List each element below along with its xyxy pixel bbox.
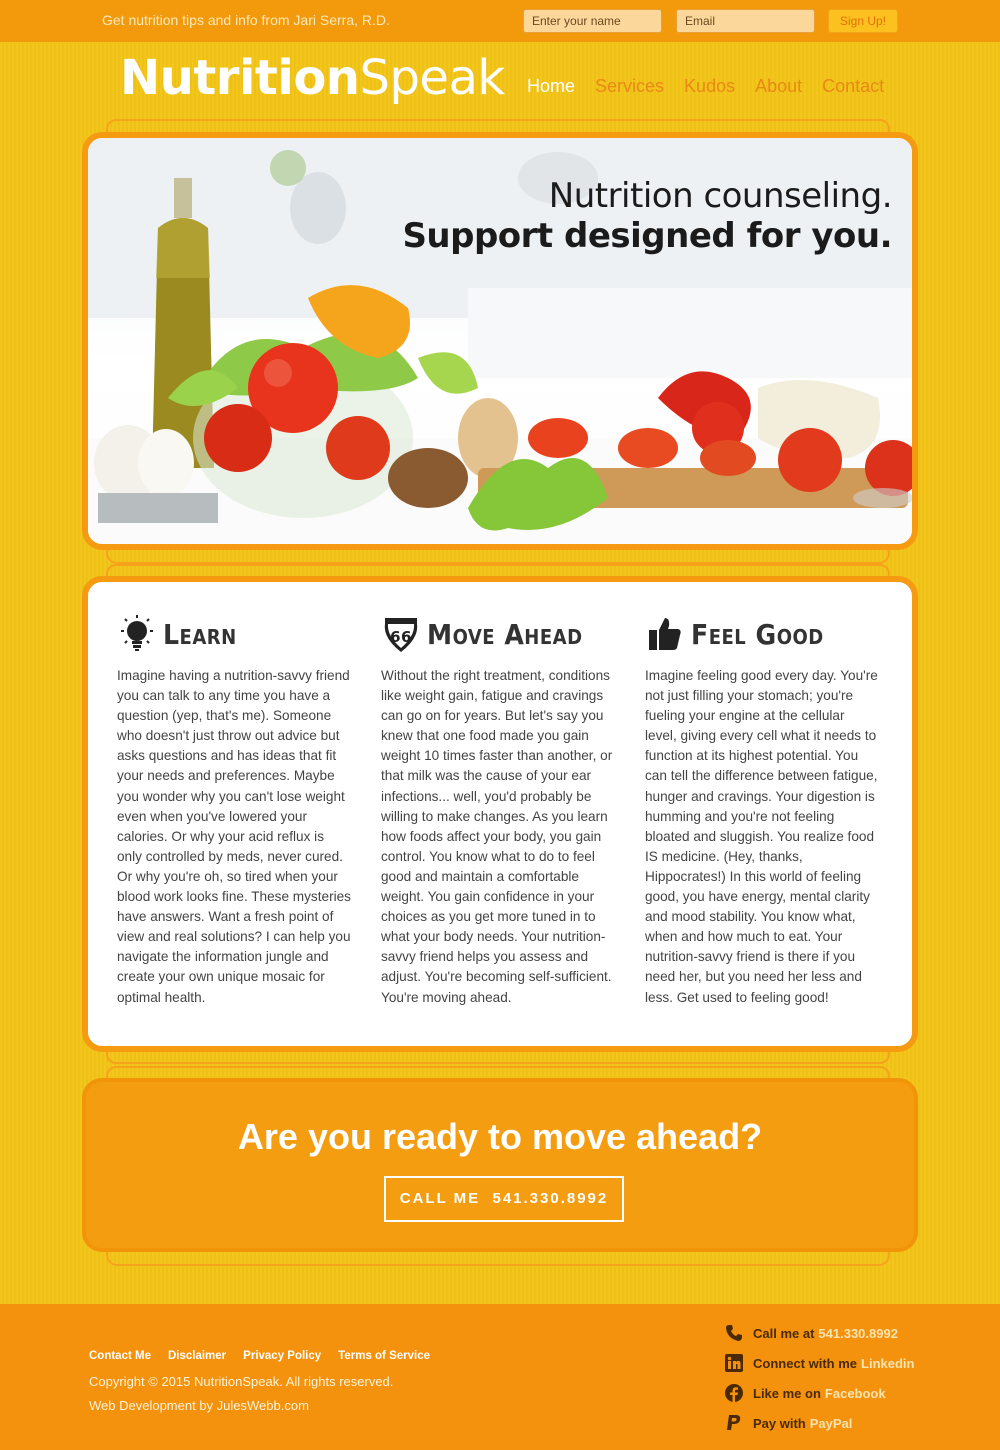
footer-links: Contact Me Disclaimer Privacy Policy Ter… xyxy=(89,1350,430,1362)
tagline: Get nutrition tips and info from Jari Se… xyxy=(102,12,390,28)
route-66-icon: 66 xyxy=(384,618,418,652)
call-me-phone: 541.330.8992 xyxy=(492,1190,609,1207)
contact-facebook-prefix: Like me on xyxy=(753,1385,821,1401)
feature-feel-good-title: Feel Good xyxy=(645,612,879,656)
feature-feel-good-text: Imagine feeling good every day. You're n… xyxy=(645,668,878,1005)
feature-learn-title: Learn xyxy=(117,612,351,656)
nav-contact[interactable]: Contact xyxy=(822,76,884,97)
hero-line-2: Support designed for you. xyxy=(402,216,892,256)
footer-copyright: Copyright © 2015 NutritionSpeak. All rig… xyxy=(89,1374,394,1389)
logo-part-speak: Speak xyxy=(359,50,505,106)
contact-linkedin-prefix: Connect with me xyxy=(753,1355,858,1371)
contact-phone-link[interactable]: 541.330.8992 xyxy=(818,1326,898,1341)
nav-services[interactable]: Services xyxy=(595,76,664,97)
feature-feel-good: Feel Good Imagine feeling good every day… xyxy=(645,612,879,1008)
feature-feel-good-label: Feel Good xyxy=(691,617,824,651)
feature-move-ahead-text: Without the right treatment, conditions … xyxy=(381,668,613,1005)
call-me-button[interactable]: CALL ME 541.330.8992 xyxy=(384,1176,624,1222)
hero-headline: Nutrition counseling. Support designed f… xyxy=(402,176,892,256)
cta-heading: Are you ready to move ahead? xyxy=(237,1116,763,1157)
linkedin-icon xyxy=(724,1353,744,1373)
contact-paypal-prefix: Pay with xyxy=(753,1415,806,1431)
features-panel: Learn Imagine having a nutrition-savvy f… xyxy=(82,576,918,1052)
contact-paypal-link[interactable]: PayPal xyxy=(810,1416,853,1431)
signup-button[interactable]: Sign Up! xyxy=(828,9,898,33)
feature-move-ahead: 66 Move Ahead Without the right treatmen… xyxy=(381,612,615,1008)
feature-learn-text: Imagine having a nutrition-savvy friend … xyxy=(117,668,351,1005)
contact-phone: Call me at 541.330.8992 xyxy=(724,1318,914,1348)
nav-kudos[interactable]: Kudos xyxy=(684,76,735,97)
hero-banner: Nutrition counseling. Support designed f… xyxy=(82,132,918,550)
call-me-label: CALL ME xyxy=(399,1190,481,1207)
site-logo[interactable]: NutritionSpeak xyxy=(120,50,505,106)
facebook-icon xyxy=(724,1383,744,1403)
main-nav: Home Services Kudos About Contact xyxy=(527,76,884,97)
contact-paypal: Pay with PayPal xyxy=(724,1408,914,1438)
footer-link-privacy[interactable]: Privacy Policy xyxy=(243,1350,321,1362)
feature-move-ahead-title: 66 Move Ahead xyxy=(381,612,615,656)
footer-link-disclaimer[interactable]: Disclaimer xyxy=(168,1350,226,1362)
footer-dev-credit[interactable]: Web Development by JulesWebb.com xyxy=(89,1398,309,1413)
phone-icon xyxy=(724,1323,744,1343)
contact-facebook-link[interactable]: Facebook xyxy=(825,1386,886,1401)
hero-line-1: Nutrition counseling. xyxy=(548,176,893,216)
logo-part-nutrition: Nutrition xyxy=(120,50,360,106)
contact-phone-prefix: Call me at xyxy=(753,1325,815,1341)
paypal-icon xyxy=(724,1413,744,1433)
feature-move-ahead-label: Move Ahead xyxy=(427,617,583,651)
route-66-badge: 66 xyxy=(390,628,412,646)
feature-learn: Learn Imagine having a nutrition-savvy f… xyxy=(117,612,351,1008)
email-input[interactable] xyxy=(676,9,815,33)
contact-linkedin: Connect with me Linkedin xyxy=(724,1348,914,1378)
footer-contact-list: Call me at 541.330.8992 Connect with me … xyxy=(724,1318,914,1438)
footer-link-contact[interactable]: Contact Me xyxy=(89,1350,151,1362)
nav-home[interactable]: Home xyxy=(527,76,575,97)
name-input[interactable] xyxy=(523,9,662,33)
call-to-action: Are you ready to move ahead? CALL ME 541… xyxy=(82,1078,918,1252)
nav-about[interactable]: About xyxy=(755,76,802,97)
feature-learn-label: Learn xyxy=(163,617,237,651)
lightbulb-icon xyxy=(121,615,153,651)
contact-facebook: Like me on Facebook xyxy=(724,1378,914,1408)
thumbs-up-icon xyxy=(649,618,681,650)
footer: Contact Me Disclaimer Privacy Policy Ter… xyxy=(0,1304,1000,1450)
top-bar: Get nutrition tips and info from Jari Se… xyxy=(0,0,1000,42)
contact-linkedin-link[interactable]: Linkedin xyxy=(861,1356,914,1371)
footer-link-terms[interactable]: Terms of Service xyxy=(338,1350,430,1362)
